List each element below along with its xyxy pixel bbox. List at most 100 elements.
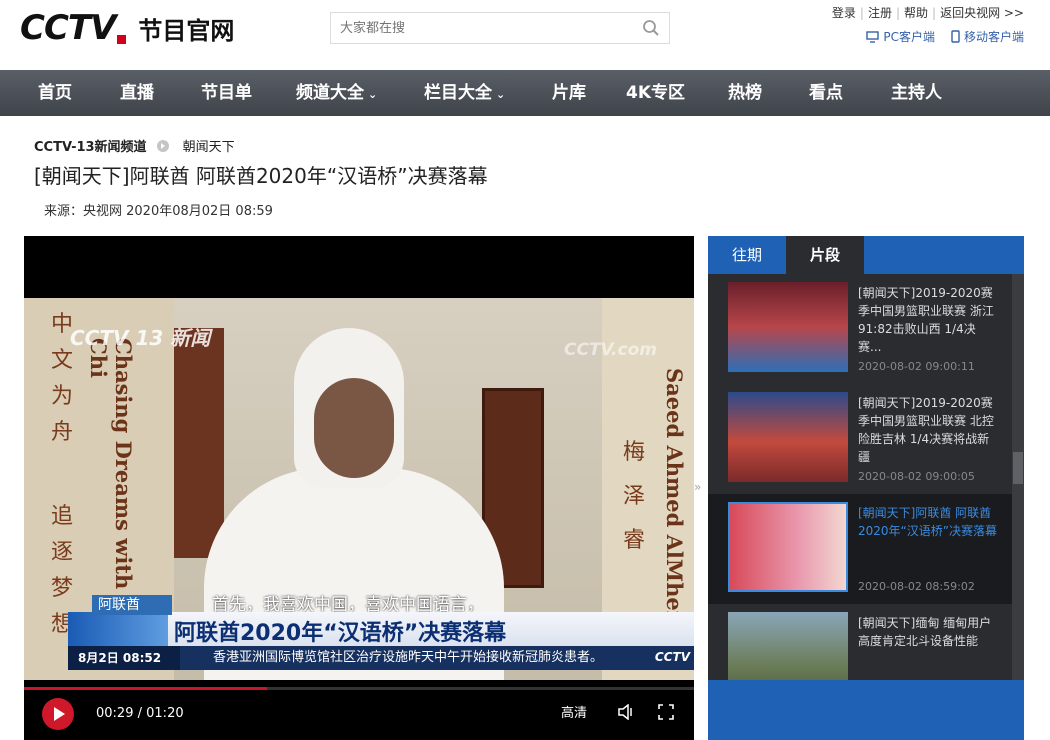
play-button[interactable] (42, 698, 74, 730)
sidebar-tabs: 往期 片段 (708, 236, 1024, 274)
nav-label: 频道大全 (296, 83, 364, 103)
ticker-logo: CCTV (654, 650, 690, 664)
volume-icon[interactable] (618, 704, 636, 720)
nav-item-4k[interactable]: 4K专区 (626, 70, 685, 116)
video-player[interactable]: 中 文 为 舟 追 逐 梦 想 Chasing Dreams with Chi … (24, 236, 694, 740)
clip-title: [朝闻天下]阿联酋 阿联酋2020年“汉语桥”决赛落幕 (858, 506, 997, 538)
clip-thumbnail (728, 392, 848, 482)
chevron-down-icon: ⌄ (368, 88, 378, 101)
breadcrumb-column[interactable]: 朝闻天下 (183, 136, 235, 155)
register-link[interactable]: 注册 (868, 6, 892, 20)
left-char: 追 (50, 504, 73, 529)
nav-item-live[interactable]: 直播 (120, 70, 154, 116)
search-icon[interactable] (642, 19, 660, 37)
nav-label: 热榜 (728, 83, 762, 103)
nav-item-channels[interactable]: 频道大全 ⌄ (296, 70, 377, 116)
monitor-icon (866, 30, 880, 43)
left-char: 逐 (50, 540, 73, 565)
nav-item-hosts[interactable]: 主持人 (891, 70, 942, 116)
nav-label: 看点 (809, 83, 843, 103)
clip-sidebar: » 往期 片段 [朝闻天下]2019-2020赛季中国男篮职业联赛 浙江91:8… (694, 236, 1024, 740)
left-char: 文 (50, 348, 73, 373)
pc-client-label: PC客户端 (883, 30, 935, 44)
client-links: PC客户端 移动客户端 (866, 28, 1024, 45)
list-item[interactable]: [朝闻天下]缅甸 缅甸用户高度肯定北斗设备性能 (708, 604, 1012, 680)
right-char: 梅 (622, 440, 645, 465)
progress-fill (24, 687, 267, 690)
collapse-icon[interactable]: » (694, 480, 701, 494)
globe-graphic (68, 612, 168, 646)
divider: | (859, 6, 864, 20)
list-item[interactable]: [朝闻天下]2019-2020赛季中国男篮职业联赛 北控险胜吉林 1/4决赛将战… (708, 384, 1012, 494)
progress-bar[interactable] (24, 687, 694, 690)
breadcrumb-channel[interactable]: CCTV-13新闻频道 (34, 136, 147, 155)
nav-label: 4K专区 (626, 83, 686, 103)
clip-thumbnail (728, 282, 848, 372)
login-link[interactable]: 登录 (832, 6, 856, 20)
logo-dot-icon (117, 35, 127, 44)
logo-subtitle: 节目官网 (138, 16, 235, 45)
nav-item-schedule[interactable]: 节目单 (201, 70, 252, 116)
divider: | (895, 6, 900, 20)
list-item[interactable]: [朝闻天下]2019-2020赛季中国男篮职业联赛 浙江91:82击败山西 1/… (708, 274, 1012, 384)
article-meta: 来源：央视网 2020年08月02日 08:59 (44, 204, 273, 219)
back-to-cctv-link[interactable]: 返回央视网 >> (940, 6, 1024, 20)
nav-label: 栏目大全 (424, 83, 492, 103)
time-display: 00:29 / 01:20 (96, 706, 184, 721)
scrollbar-thumb[interactable] (1013, 452, 1023, 484)
nav-item-columns[interactable]: 栏目大全 ⌄ (424, 70, 505, 116)
clip-title: [朝闻天下]缅甸 缅甸用户高度肯定北斗设备性能 (858, 616, 992, 648)
clip-title: [朝闻天下]2019-2020赛季中国男篮职业联赛 北控险胜吉林 1/4决赛将战… (858, 396, 994, 464)
video-frame[interactable]: 中 文 为 舟 追 逐 梦 想 Chasing Dreams with Chi … (24, 298, 694, 680)
chevron-right-icon (156, 139, 169, 152)
breadcrumb: CCTV-13新闻频道 朝闻天下 (34, 136, 235, 155)
nav-label: 片库 (552, 83, 586, 103)
lower-third-title: 阿联酋2020年“汉语桥”决赛落幕 (174, 621, 507, 646)
right-char: 睿 (622, 528, 645, 553)
list-item-active[interactable]: [朝闻天下]阿联酋 阿联酋2020年“汉语桥”决赛落幕 2020-08-02 0… (708, 494, 1012, 604)
phone-icon (951, 30, 960, 43)
news-ticker: 8月2日 08:52 香港亚洲国际博览馆社区治疗设施昨天中午开始接收新冠肺炎患者… (68, 646, 694, 670)
fullscreen-icon[interactable] (658, 704, 674, 720)
tab-clips[interactable]: 片段 (786, 236, 864, 274)
clip-time: 2020-08-02 08:59:02 (858, 580, 975, 593)
left-english-text: Chasing Dreams with Chi (86, 338, 136, 590)
main-nav: 首页 直播 节目单 频道大全 ⌄ 栏目大全 ⌄ 片库 4K专区 热榜 看点 主持人 (0, 70, 1050, 116)
nav-item-home[interactable]: 首页 (38, 70, 72, 116)
clip-title: [朝闻天下]2019-2020赛季中国男篮职业联赛 浙江91:82击败山西 1/… (858, 286, 994, 354)
cctv-logo[interactable]: CCTV 节目官网 (20, 8, 234, 48)
page-title: [朝闻天下]阿联酋 阿联酋2020年“汉语桥”决赛落幕 (34, 164, 488, 188)
logo-text: CCTV (20, 8, 116, 48)
nav-item-highlights[interactable]: 看点 (809, 70, 843, 116)
duration: 01:20 (146, 706, 184, 721)
current-time: 00:29 (96, 706, 134, 721)
ticker-date: 8月2日 08:52 (68, 646, 180, 670)
site-header: CCTV 节目官网 登录|注册|帮助|返回央视网 >> PC客户端 移动客户端 (0, 0, 1050, 70)
ticker-text: 香港亚洲国际博览馆社区治疗设施昨天中午开始接收新冠肺炎患者。 (213, 650, 604, 665)
mobile-client-label: 移动客户端 (963, 30, 1024, 44)
nav-label: 首页 (38, 83, 72, 103)
search-input[interactable] (331, 13, 631, 43)
nav-item-hot[interactable]: 热榜 (728, 70, 762, 116)
nav-item-library[interactable]: 片库 (552, 70, 586, 116)
video-person-face (314, 378, 394, 478)
lower-third-tag: 阿联酋 (92, 595, 172, 615)
mobile-client-link[interactable]: 移动客户端 (951, 28, 1024, 45)
chevron-down-icon: ⌄ (496, 88, 506, 101)
time-separator: / (137, 706, 142, 721)
left-char: 为 (50, 384, 73, 409)
top-links: 登录 | 注册 | 帮助 | 返回央视网 >> (830, 4, 1026, 21)
search-box (330, 12, 670, 44)
cctv13-watermark: CCTV 13 新闻 (70, 326, 211, 350)
help-link[interactable]: 帮助 (904, 6, 928, 20)
divider: | (932, 6, 937, 20)
clip-time: 2020-08-02 09:00:11 (858, 360, 975, 373)
nav-label: 节目单 (201, 83, 252, 103)
pc-client-link[interactable]: PC客户端 (866, 28, 935, 45)
player-controls: 00:29 / 01:20 高清 (24, 694, 694, 740)
left-char: 梦 (50, 576, 73, 601)
tab-past[interactable]: 往期 (708, 236, 786, 274)
cctvcom-watermark: CCTV.com (564, 340, 657, 360)
quality-selector[interactable]: 高清 (561, 702, 587, 721)
nav-label: 直播 (120, 83, 154, 103)
